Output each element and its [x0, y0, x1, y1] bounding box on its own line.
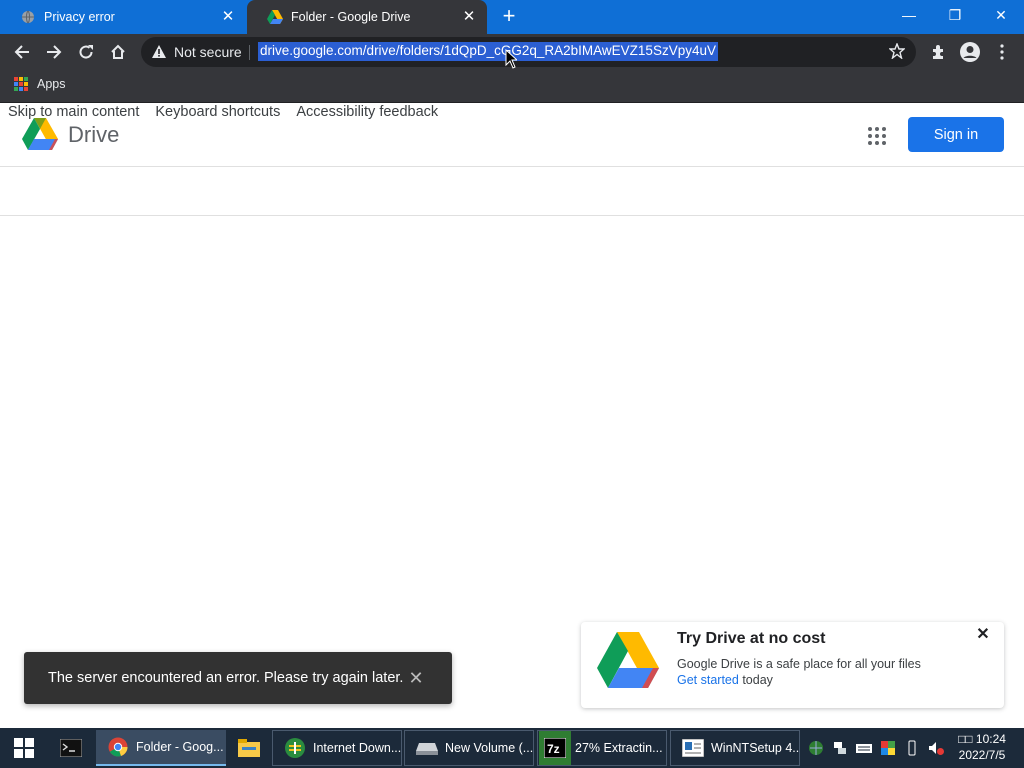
- network-globe-tray-icon[interactable]: [808, 740, 824, 756]
- new-tab-button[interactable]: +: [498, 5, 520, 28]
- security-indicator[interactable]: Not secure: [174, 44, 242, 60]
- google-drive-logo-icon: [597, 632, 659, 688]
- puzzle-icon: [933, 45, 943, 59]
- forward-button[interactable]: [40, 38, 68, 66]
- promo-link-suffix: today: [738, 673, 773, 687]
- product-name[interactable]: Drive: [68, 122, 119, 148]
- more-vert-icon: [1000, 44, 1004, 60]
- back-button[interactable]: [8, 38, 36, 66]
- try-drive-promo: Try Drive at no cost Google Drive is a s…: [581, 622, 1004, 708]
- taskbar-item-label: Folder - Goog...: [136, 740, 224, 754]
- clock-date: 2022/7/5: [958, 748, 1006, 762]
- apps-shortcut[interactable]: Apps: [14, 77, 66, 91]
- network-tray-icon[interactable]: [832, 740, 848, 756]
- omnibox-separator: [249, 45, 250, 60]
- close-window-button[interactable]: ✕: [978, 0, 1024, 30]
- arrow-right-icon: [47, 45, 62, 59]
- file-explorer-icon: [237, 736, 261, 760]
- taskbar-item-label: WinNTSetup 4...: [711, 741, 800, 755]
- home-button[interactable]: [104, 38, 132, 66]
- svg-text:7z: 7z: [547, 742, 560, 756]
- google-drive-icon: [267, 9, 283, 25]
- sign-in-button[interactable]: Sign in: [908, 117, 1004, 152]
- idm-icon: [283, 736, 307, 760]
- tab-title: Privacy error: [44, 10, 115, 24]
- promo-title: Try Drive at no cost: [677, 630, 826, 647]
- close-icon[interactable]: ✕: [975, 627, 991, 643]
- chrome-icon: [106, 735, 130, 759]
- accessibility-feedback-link[interactable]: Accessibility feedback: [296, 104, 438, 120]
- drive-volume-icon: [415, 736, 439, 760]
- google-apps-button[interactable]: [863, 122, 889, 148]
- tab-folder-google-drive[interactable]: Folder - Google Drive ✕: [247, 0, 487, 34]
- windows-taskbar: Folder - Goog... Internet Down... New Vo…: [0, 728, 1024, 768]
- apps-grid-icon: [14, 77, 28, 91]
- taskbar-7zip-extracting[interactable]: 7z 27% Extractin...: [537, 730, 667, 766]
- taskbar-internet-download-manager[interactable]: Internet Down...: [272, 730, 402, 766]
- keyboard-shortcuts-link[interactable]: Keyboard shortcuts: [155, 104, 280, 120]
- globe-icon: [20, 9, 36, 25]
- extensions-button[interactable]: [924, 38, 952, 66]
- taskbar-cmd[interactable]: [52, 730, 90, 766]
- volume-muted-icon[interactable]: [928, 740, 944, 756]
- taskbar-new-volume[interactable]: New Volume (...: [404, 730, 534, 766]
- winntsetup-icon: [681, 736, 705, 760]
- 7zip-icon: 7z: [539, 731, 571, 765]
- tab-strip: Privacy error ✕ Folder - Google Drive ✕ …: [0, 0, 1024, 34]
- profile-button[interactable]: [956, 38, 984, 66]
- tab-privacy-error[interactable]: Privacy error ✕: [0, 0, 246, 34]
- address-bar[interactable]: Not secure drive.google.com/drive/folder…: [141, 37, 916, 67]
- error-snackbar: The server encountered an error. Please …: [24, 652, 452, 704]
- start-button[interactable]: [0, 728, 48, 768]
- bookmark-star-icon[interactable]: [889, 43, 905, 59]
- bookmarks-bar: Apps: [0, 70, 1024, 103]
- get-started-link[interactable]: Get started: [677, 673, 739, 687]
- close-icon[interactable]: ✕: [406, 668, 426, 688]
- arrow-left-icon: [14, 45, 29, 59]
- mouse-cursor-icon: [505, 49, 517, 69]
- tab-title: Folder - Google Drive: [291, 10, 411, 24]
- home-icon: [111, 44, 125, 59]
- taskbar-item-label: New Volume (...: [445, 741, 534, 755]
- header-divider: [0, 166, 1024, 167]
- clock-prefix: □□: [958, 732, 973, 746]
- system-clock[interactable]: □□ 10:24 2022/7/5: [956, 731, 1008, 763]
- skip-links: Skip to main content Keyboard shortcuts …: [8, 104, 438, 120]
- terminal-icon: [59, 736, 83, 760]
- tab-close-icon[interactable]: ✕: [461, 9, 477, 25]
- maximize-button[interactable]: ❐: [932, 0, 978, 30]
- reload-icon: [79, 45, 93, 59]
- account-circle-icon: [960, 42, 980, 62]
- taskbar-file-explorer[interactable]: [228, 730, 270, 766]
- taskbar-winntsetup[interactable]: WinNTSetup 4...: [670, 730, 800, 766]
- taskbar-chrome[interactable]: Folder - Goog...: [96, 730, 226, 766]
- tab-close-icon[interactable]: ✕: [220, 9, 236, 25]
- snackbar-message: The server encountered an error. Please …: [48, 670, 404, 686]
- reload-button[interactable]: [72, 38, 100, 66]
- color-tray-icon[interactable]: [880, 740, 896, 756]
- taskbar-item-label: 27% Extractin...: [575, 741, 663, 755]
- google-drive-logo-icon[interactable]: [22, 118, 58, 150]
- warning-icon[interactable]: [151, 44, 167, 60]
- toolbar-divider: [0, 215, 1024, 216]
- apps-label: Apps: [37, 77, 66, 91]
- drive-page: Skip to main content Keyboard shortcuts …: [0, 103, 1024, 728]
- taskbar-item-label: Internet Down...: [313, 741, 402, 755]
- keyboard-tray-icon[interactable]: [856, 740, 872, 756]
- clock-time: 10:24: [975, 732, 1006, 746]
- promo-description: Google Drive is a safe place for all you…: [677, 657, 921, 671]
- chrome-menu-button[interactable]: [988, 38, 1016, 66]
- usb-tray-icon[interactable]: [904, 740, 920, 756]
- minimize-button[interactable]: —: [886, 0, 932, 30]
- windows-logo-icon: [14, 738, 34, 758]
- promo-link-line: Get started today: [677, 673, 773, 687]
- url-text[interactable]: drive.google.com/drive/folders/1dQpD_cGG…: [258, 42, 718, 61]
